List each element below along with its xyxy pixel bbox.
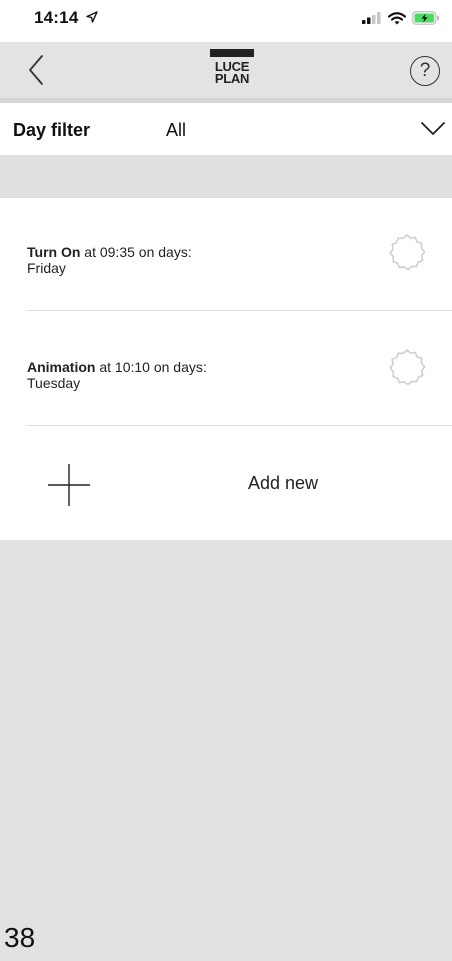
brand-logo-bar <box>210 49 254 57</box>
nav-bar: LUCE PLAN ? <box>0 42 452 98</box>
schedule-time: at 09:35 on days: <box>84 244 192 260</box>
wifi-icon <box>388 11 406 24</box>
help-icon: ? <box>419 60 431 81</box>
day-filter-value[interactable]: All <box>166 120 186 141</box>
gear-icon[interactable] <box>387 347 427 387</box>
cellular-signal-icon <box>362 12 381 24</box>
back-button[interactable] <box>24 54 52 86</box>
row-divider <box>27 425 452 426</box>
schedule-list: Turn On at 09:35 on days: Friday Animati… <box>0 198 452 540</box>
section-spacer <box>0 155 452 198</box>
day-filter-label: Day filter <box>13 120 91 140</box>
battery-charging-icon <box>412 11 439 25</box>
status-icons <box>362 8 440 28</box>
location-arrow-icon <box>86 11 99 23</box>
status-time-text: 14:14 <box>34 8 79 27</box>
schedule-item[interactable]: Turn On at 09:35 on days: Friday <box>0 198 452 310</box>
day-filter[interactable]: Day filter All <box>0 103 452 155</box>
row-divider <box>27 310 452 311</box>
brand-logo: LUCE PLAN <box>210 49 254 93</box>
status-time: 14:14 <box>34 8 99 28</box>
status-bar: 14:14 <box>0 0 452 42</box>
brand-logo-line2: PLAN <box>214 71 250 86</box>
schedule-days: Tuesday <box>27 375 81 391</box>
gear-icon[interactable] <box>387 232 427 272</box>
schedule-action: Animation <box>27 359 96 375</box>
page-number: 38 <box>4 922 36 953</box>
schedule-action: Turn On <box>27 244 81 260</box>
schedule-summary: Animation at 10:10 on days: <box>27 359 207 375</box>
schedule-item[interactable]: Animation at 10:10 on days: Tuesday <box>0 313 452 425</box>
plus-icon <box>48 464 90 506</box>
add-new-button[interactable]: Add new <box>0 428 452 540</box>
add-new-label: Add new <box>248 473 319 493</box>
chevron-down-icon[interactable] <box>420 119 446 137</box>
schedule-summary: Turn On at 09:35 on days: <box>27 244 192 260</box>
schedule-days: Friday <box>27 260 66 276</box>
schedule-time: at 10:10 on days: <box>99 359 207 375</box>
help-button[interactable]: ? <box>410 56 440 86</box>
